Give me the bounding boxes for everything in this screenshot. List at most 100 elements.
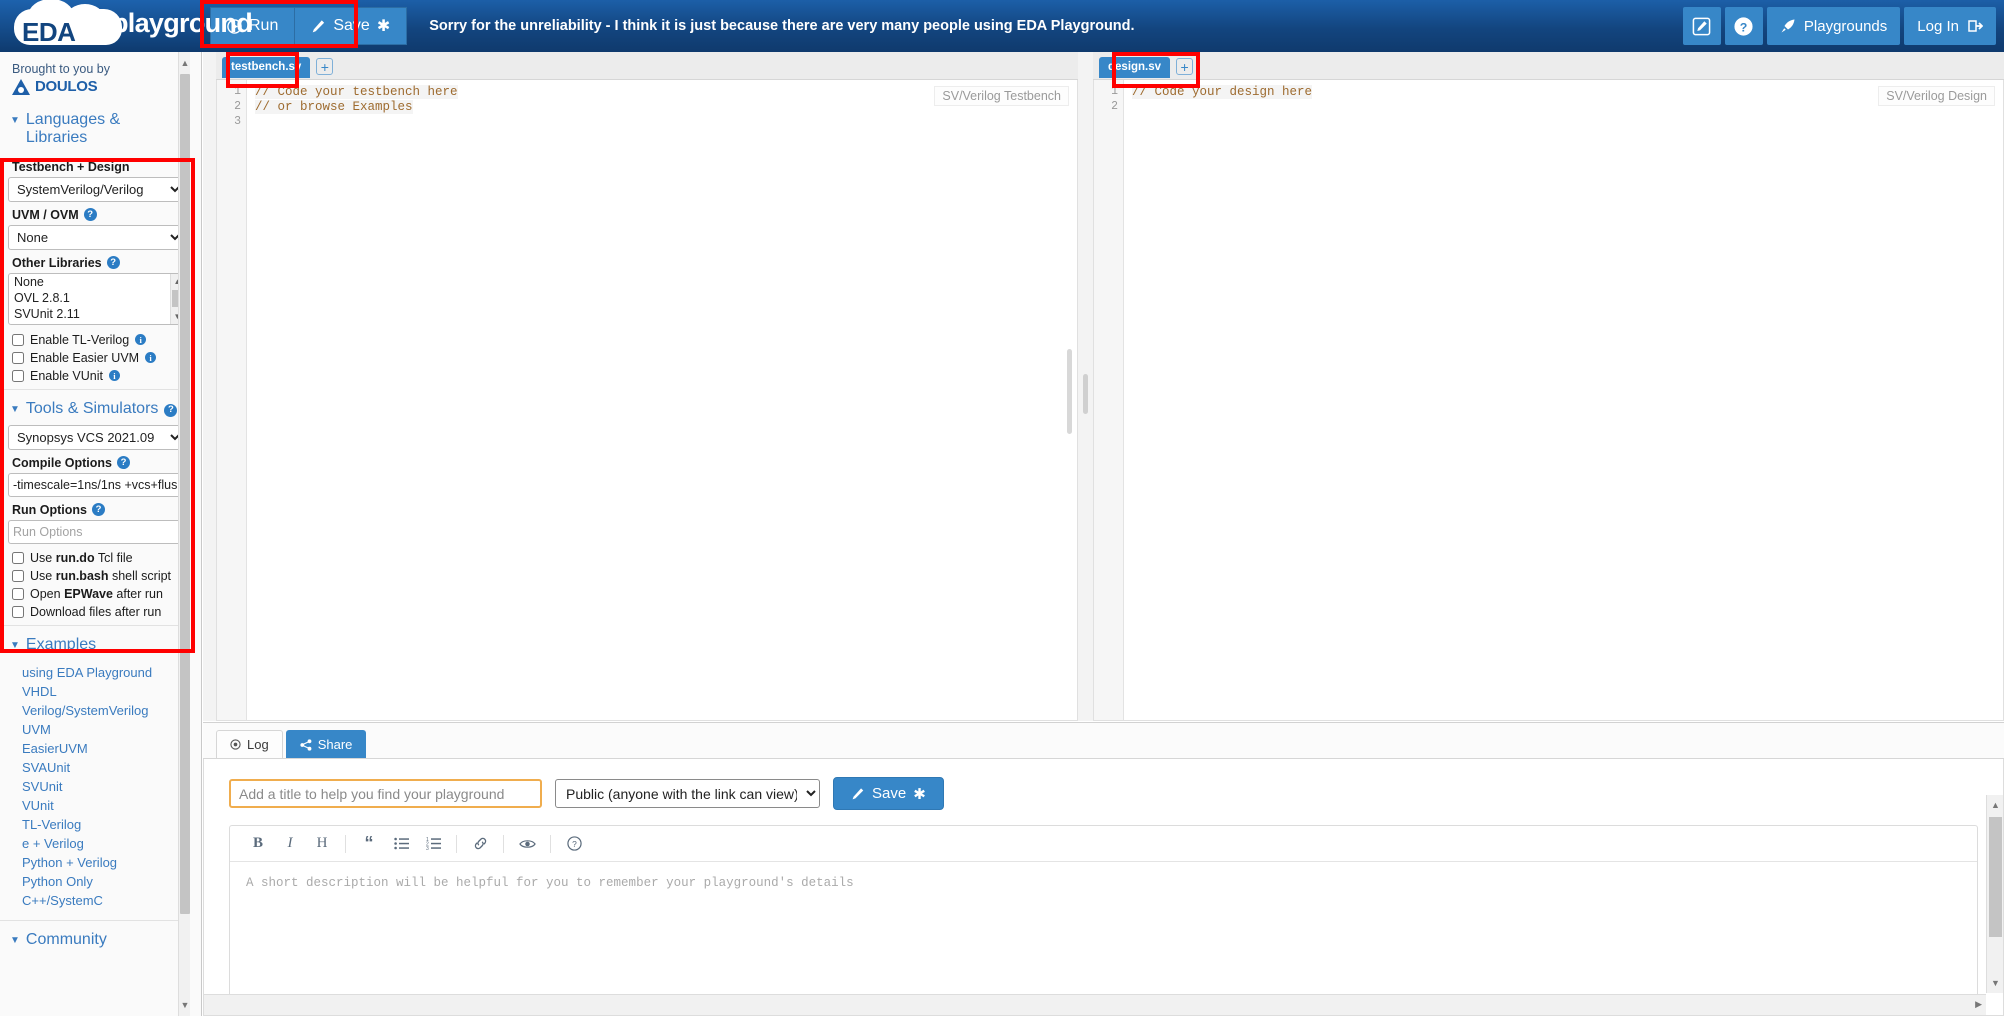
examples-list: using EDA Playground VHDL Verilog/System… [0,661,190,916]
use-run-do-checkbox[interactable] [12,551,24,564]
markdown-help-icon[interactable]: ? [558,830,590,858]
scroll-up-icon[interactable]: ▲ [1989,797,2002,813]
add-file-icon[interactable]: + [1176,58,1194,75]
example-link-easieruvm[interactable]: EasierUVM [0,739,190,758]
save-button-top[interactable]: Save ✱ [294,7,408,45]
testbench-design-select[interactable]: SystemVerilog/Verilog [8,176,184,202]
example-link-cpp-systemc[interactable]: C++/SystemC [0,891,190,910]
design-code-content[interactable]: // Code your design here [1132,85,1993,100]
list-item[interactable]: None [9,274,183,290]
other-libraries-listbox[interactable]: None OVL 2.8.1 SVUnit 2.11 ▲ ▼ [8,272,184,325]
edit-icon[interactable] [1682,7,1721,45]
example-link-python-only[interactable]: Python Only [0,872,190,891]
tl-verilog-info-icon[interactable]: i [135,334,147,346]
checkbox-enable-easier-uvm[interactable]: Enable Easier UVM i [8,349,182,367]
compile-options-label: Compile Options ? [12,456,182,470]
design-code-body[interactable]: SV/Verilog Design 1 2 // Code your desig… [1093,80,2004,721]
sidebar-section-examples[interactable]: ▼ Examples [0,630,190,661]
checkbox-open-epwave[interactable]: Open EPWave after run [8,585,182,603]
checkbox-use-run-do[interactable]: Use run.do Tcl file [8,549,182,567]
sidebar: Brought to you by DOULOS ▼ Languages & L… [0,52,202,1016]
help-icon[interactable]: ? [1724,7,1763,45]
easier-uvm-info-icon[interactable]: i [145,352,157,364]
link-icon[interactable] [464,830,496,858]
italic-icon[interactable]: I [274,830,306,858]
vunit-info-icon[interactable]: i [108,370,120,382]
tab-share[interactable]: Share [285,730,367,758]
sidebar-scrollbar[interactable]: ▲ ▼ [178,52,190,1016]
scroll-down-icon[interactable]: ▼ [1989,975,2002,991]
editor-split-handle[interactable] [1080,52,1091,721]
editor-area: testbench.sv + SV/Verilog Testbench 1 2 … [203,52,2004,721]
scrollbar-thumb[interactable] [180,74,190,914]
add-file-icon[interactable]: + [316,58,334,75]
uvm-ovm-help-icon[interactable]: ? [83,208,97,222]
compile-options-help-icon[interactable]: ? [117,456,130,470]
scroll-right-icon[interactable]: ▶ [1975,999,1982,1010]
checkbox-enable-vunit[interactable]: Enable VUnit i [8,367,182,385]
example-link-uvm[interactable]: UVM [0,720,190,739]
example-link-vunit[interactable]: VUnit [0,796,190,815]
bottom-horizontal-scrollbar[interactable]: ▶ [204,994,1986,1015]
run-button-label: Run [249,17,279,34]
scrollbar-thumb[interactable] [1067,349,1072,434]
scrollbar-thumb[interactable] [1989,817,2002,937]
save-playground-button[interactable]: Save ✱ [833,777,944,810]
playground-title-input[interactable] [229,779,542,808]
line-number: 3 [234,115,241,128]
logo[interactable]: EDA playground [0,0,253,52]
open-epwave-checkbox[interactable] [12,587,24,600]
testbench-vertical-scrollbar[interactable] [1067,109,1076,719]
list-item[interactable]: OVL 2.8.1 [9,290,183,306]
split-grip-icon[interactable] [1083,374,1088,414]
example-link-python-verilog[interactable]: Python + Verilog [0,853,190,872]
example-link-e-verilog[interactable]: e + Verilog [0,834,190,853]
run-options-input[interactable] [8,519,184,544]
quote-icon[interactable]: “ [353,830,385,858]
compile-options-input[interactable] [8,472,184,497]
sidebar-section-community[interactable]: ▼ Community [0,925,190,956]
tab-log[interactable]: Log [216,730,283,758]
uvm-ovm-select[interactable]: None [8,224,184,250]
bold-icon[interactable]: B [242,830,274,858]
use-run-bash-checkbox[interactable] [12,569,24,582]
simulator-select[interactable]: Synopsys VCS 2021.09 [8,424,184,450]
bottom-vertical-scrollbar[interactable]: ▲ ▼ [1986,795,2003,993]
testbench-code-body[interactable]: SV/Verilog Testbench 1 2 3 // Code your … [216,80,1078,721]
scroll-up-icon[interactable]: ▲ [180,55,190,71]
example-link-using-eda-playground[interactable]: using EDA Playground [0,663,190,682]
testbench-code-content[interactable]: // Code your testbench here // or browse… [255,85,1067,115]
scroll-down-icon[interactable]: ▼ [180,997,190,1013]
example-link-svaunit[interactable]: SVAUnit [0,758,190,777]
enable-vunit-checkbox[interactable] [12,369,24,382]
bullet-list-icon[interactable] [385,830,417,858]
checkbox-enable-tl-verilog[interactable]: Enable TL-Verilog i [8,331,182,349]
tab-design-sv[interactable]: design.sv [1099,57,1171,78]
enable-easier-uvm-checkbox[interactable] [12,351,24,364]
sidebar-section-languages[interactable]: ▼ Languages & Libraries [0,105,190,154]
checkbox-use-run-bash[interactable]: Use run.bash shell script [8,567,182,585]
other-libraries-help-icon[interactable]: ? [106,256,120,270]
tab-testbench-sv[interactable]: testbench.sv [222,57,311,78]
checkbox-download-files[interactable]: Download files after run [8,603,182,621]
example-link-tl-verilog[interactable]: TL-Verilog [0,815,190,834]
download-files-checkbox[interactable] [12,605,24,618]
heading-icon[interactable]: H [306,830,338,858]
tools-help-icon[interactable]: ? [164,403,178,417]
divider [0,624,190,626]
login-button[interactable]: Log In [1904,7,1996,45]
sidebar-section-tools[interactable]: ▼ Tools & Simulators ? [0,394,190,425]
example-link-verilog-systemverilog[interactable]: Verilog/SystemVerilog [0,701,190,720]
example-link-svunit[interactable]: SVUnit [0,777,190,796]
preview-eye-icon[interactable] [511,830,543,858]
run-options-help-icon[interactable]: ? [92,503,105,517]
example-link-vhdl[interactable]: VHDL [0,682,190,701]
list-item[interactable]: SVUnit 2.11 [9,306,183,322]
numbered-list-icon[interactable]: 123 [417,830,449,858]
description-textarea[interactable]: A short description will be helpful for … [230,862,1977,996]
sponsor-doulos[interactable]: DOULOS [0,76,190,105]
playgrounds-button[interactable]: Playgrounds [1766,7,1901,45]
bottom-panel: Log Share Public (anyone with the link c… [203,722,2004,1016]
visibility-select[interactable]: Public (anyone with the link can view) [555,779,820,808]
enable-tl-verilog-checkbox[interactable] [12,333,24,346]
